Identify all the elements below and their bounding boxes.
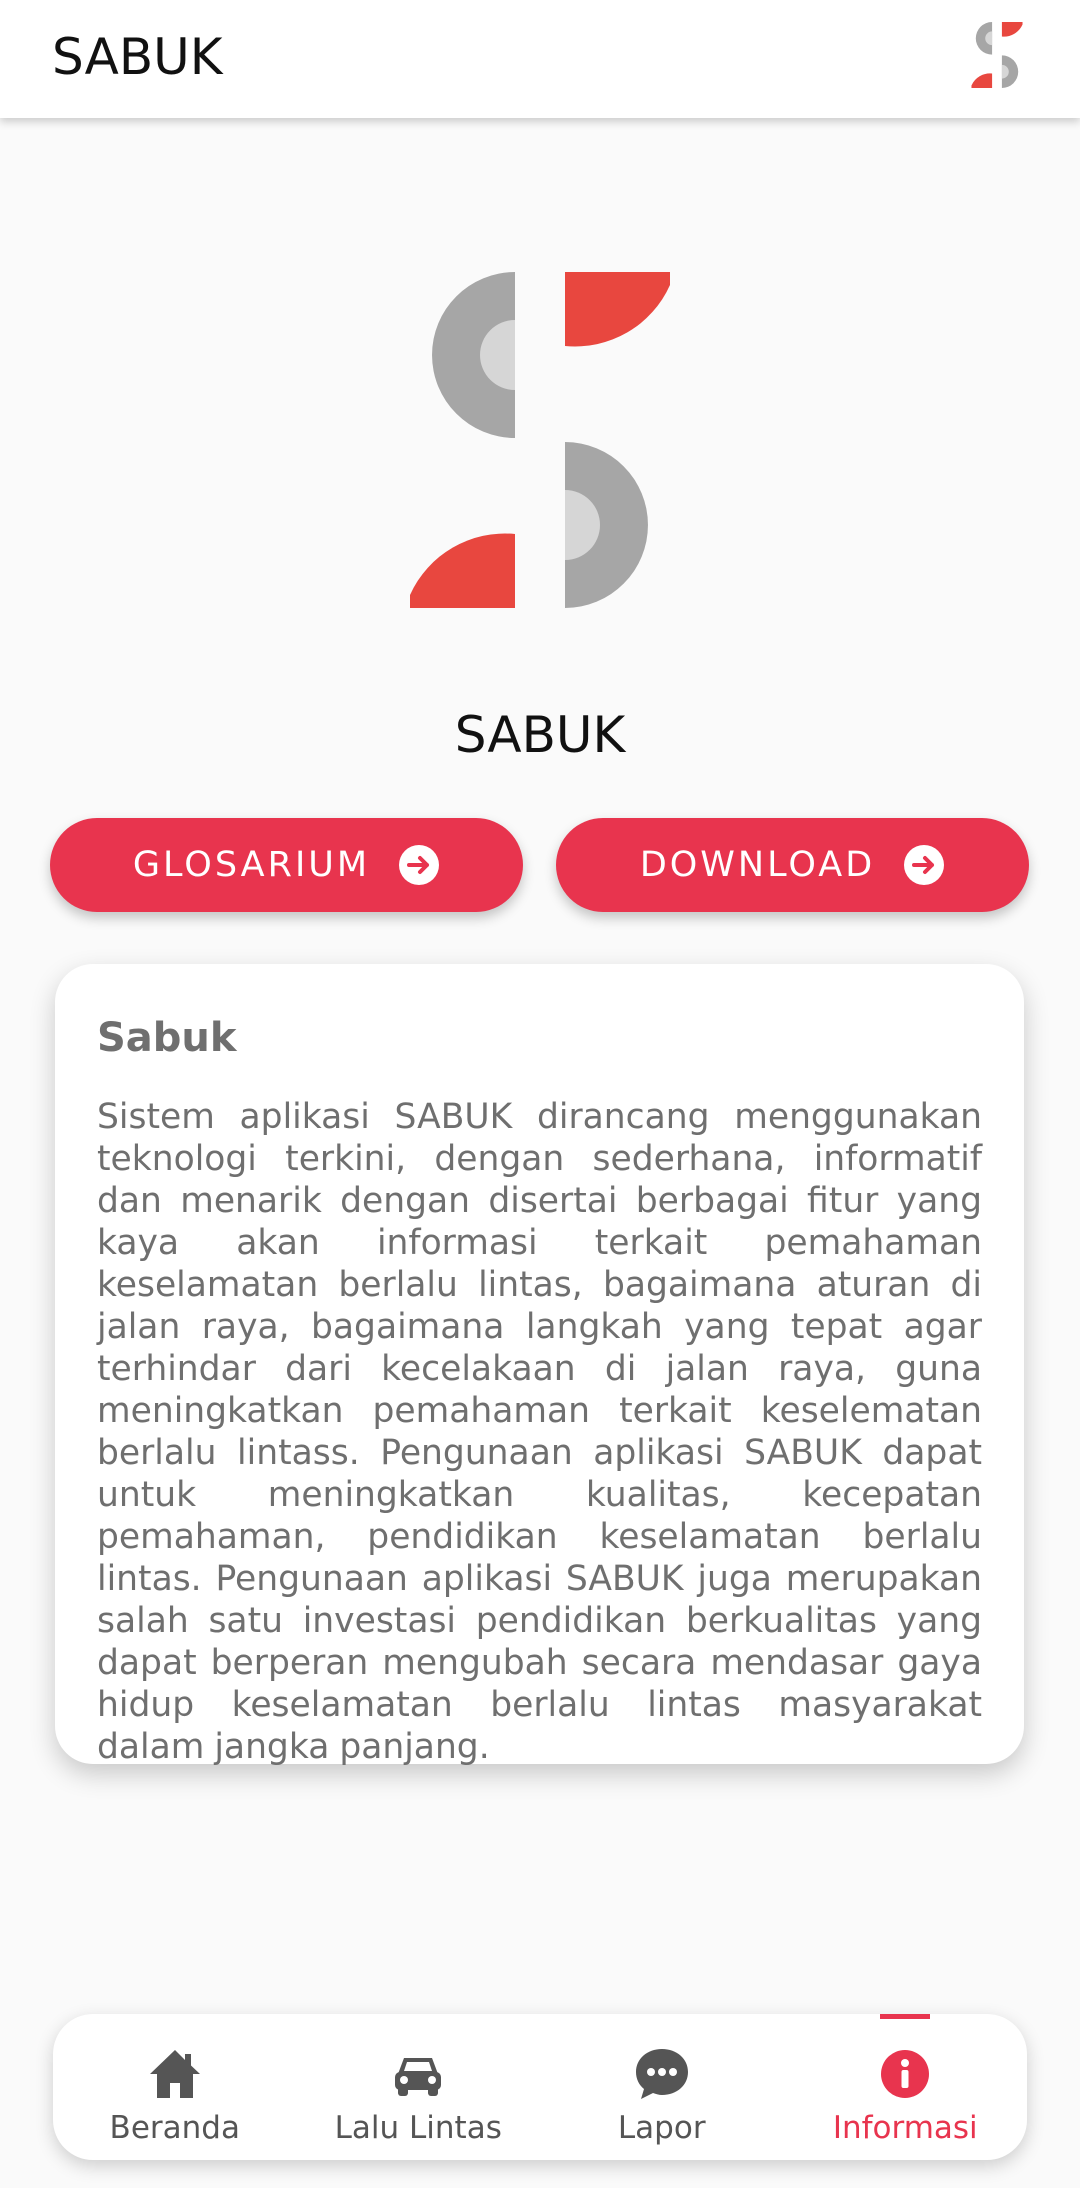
nav-label-informasi: Informasi xyxy=(832,2110,978,2146)
arrow-circle-right-icon xyxy=(904,845,945,885)
nav-item-lalu-lintas[interactable]: Lalu Lintas xyxy=(297,2014,541,2160)
nav-item-lapor[interactable]: Lapor xyxy=(540,2014,784,2160)
card-body-text: Sistem aplikasi SABUK dirancang mengguna… xyxy=(97,1097,982,1767)
nav-item-informasi[interactable]: Informasi xyxy=(784,2014,1028,2160)
chat-bubble-icon xyxy=(635,2049,688,2099)
active-tab-indicator xyxy=(880,2014,931,2019)
app-title: SABUK xyxy=(52,28,223,86)
info-card: Sabuk Sistem aplikasi SABUK dirancang me… xyxy=(55,964,1024,1767)
nav-item-beranda[interactable]: Beranda xyxy=(53,2014,297,2160)
download-button-label: DOWNLOAD xyxy=(639,845,876,885)
sabuk-logo-icon xyxy=(971,22,1023,88)
arrow-circle-right-icon xyxy=(399,845,440,885)
info-icon xyxy=(881,2050,930,2098)
bottom-navigation: Beranda Lalu Lintas Lapor Informasi xyxy=(53,2014,1027,2160)
app-bar: SABUK xyxy=(0,0,1080,118)
car-icon xyxy=(395,2058,442,2096)
card-title: Sabuk xyxy=(97,1015,237,1061)
download-button[interactable]: DOWNLOAD xyxy=(556,818,1029,912)
nav-label-lapor: Lapor xyxy=(617,2110,706,2146)
glosarium-button[interactable]: GLOSARIUM xyxy=(50,818,523,912)
nav-label-beranda: Beranda xyxy=(109,2110,240,2146)
home-icon xyxy=(149,2050,200,2098)
glosarium-button-label: GLOSARIUM xyxy=(132,845,371,885)
brand-title: SABUK xyxy=(454,706,626,764)
nav-label-lalu-lintas: Lalu Lintas xyxy=(334,2110,502,2146)
sabuk-logo-icon xyxy=(410,272,670,608)
